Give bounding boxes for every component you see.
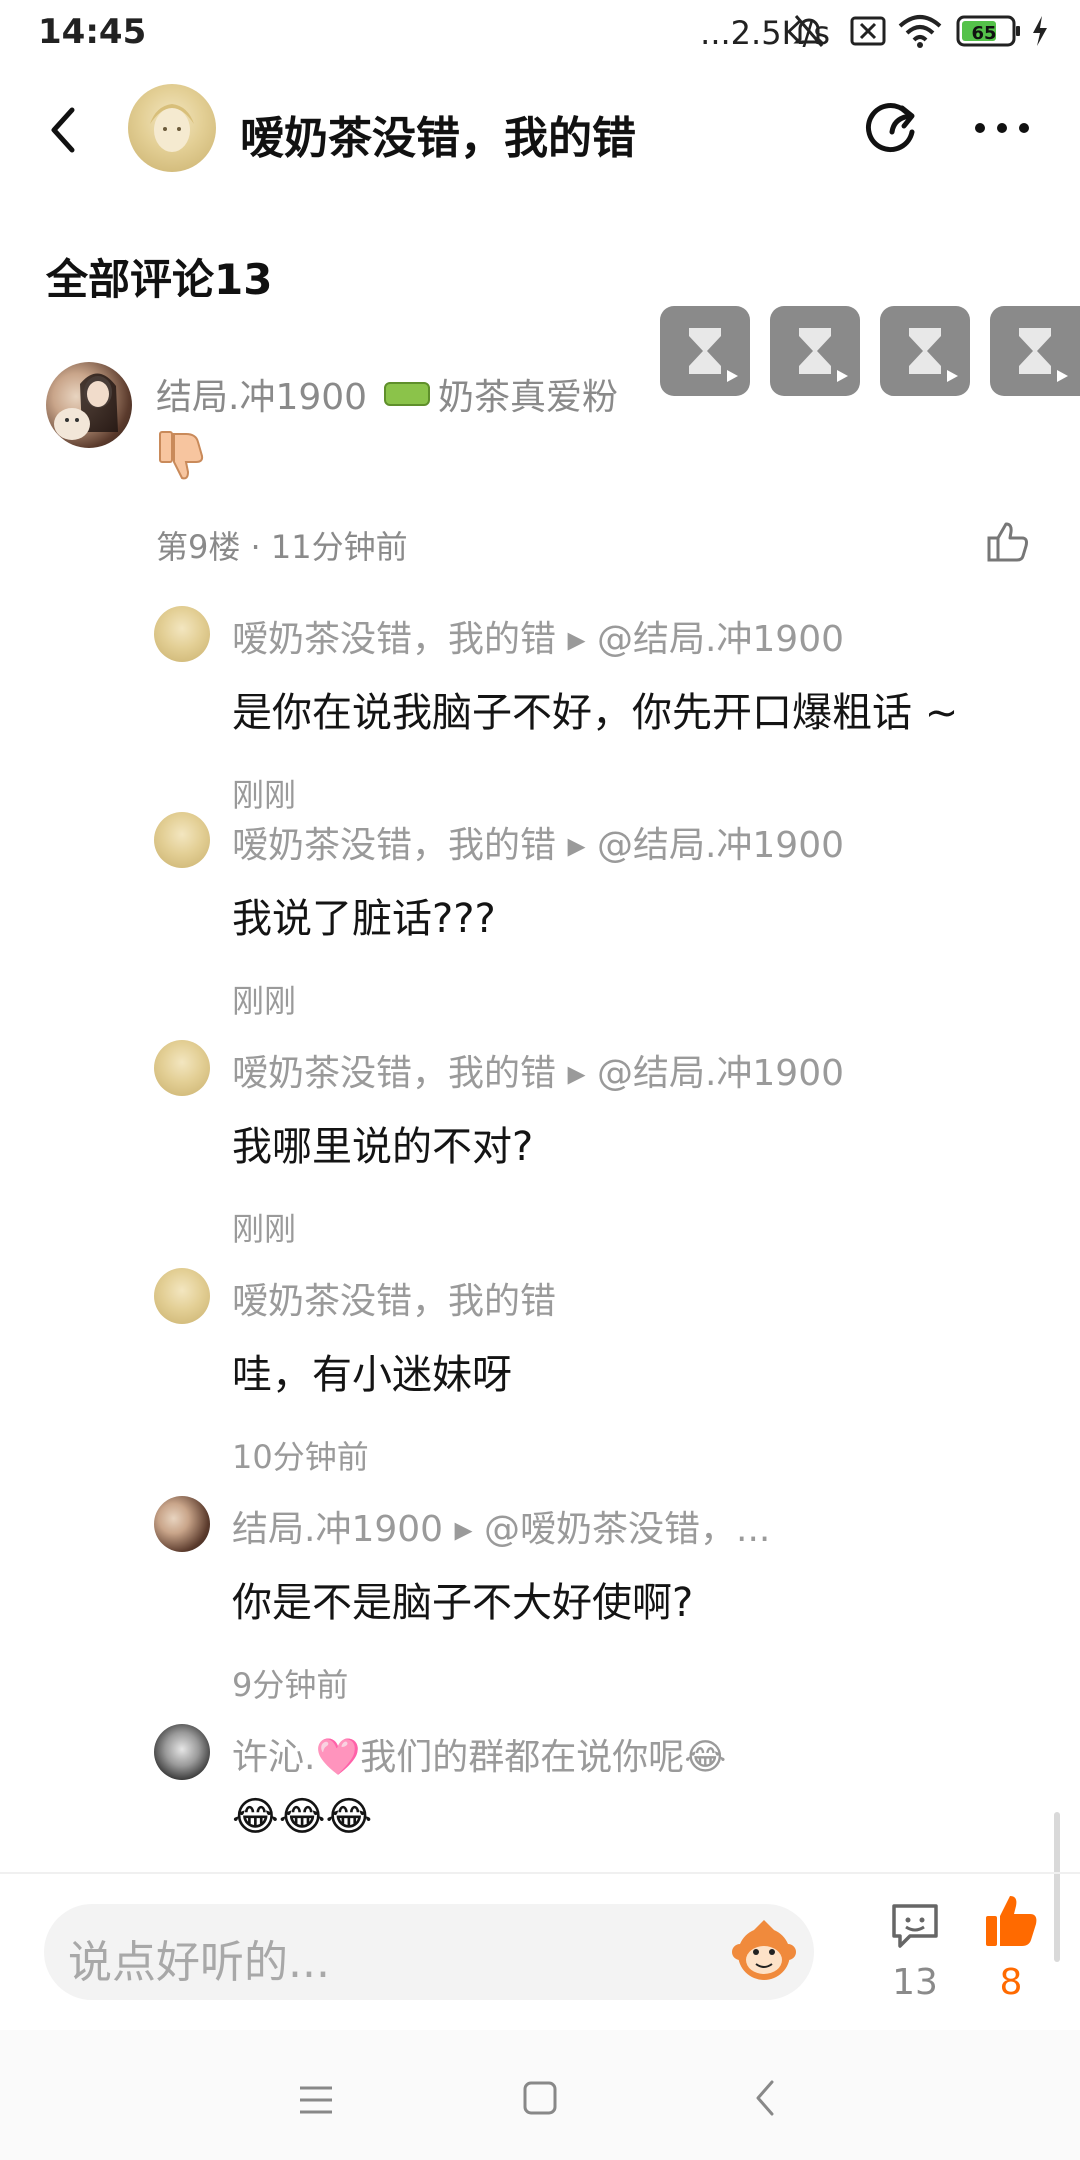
reply-avatar[interactable]: [154, 812, 210, 868]
comment-count: 13: [892, 1962, 938, 2003]
like-icon[interactable]: [986, 520, 1030, 564]
comment-icon[interactable]: [888, 1898, 942, 1952]
play-icon: [837, 370, 848, 382]
comment-floor-time: 第9楼 · 11分钟前: [156, 528, 408, 566]
reply-header[interactable]: 结局.冲1900 ▸ @嗳奶茶没错，...: [232, 1500, 770, 1552]
reply-header[interactable]: 嗳奶茶没错，我的错 ▸ @结局.冲1900: [232, 816, 844, 868]
svg-text:65: 65: [971, 23, 996, 44]
reply-time: 刚刚: [232, 982, 297, 1020]
reply-header[interactable]: 嗳奶茶没错，我的错 ▸ @结局.冲1900: [232, 1044, 844, 1096]
mute-bell-icon: [792, 12, 826, 50]
status-bar: 14:45 ...2.5K/s 65: [0, 0, 1080, 70]
reply-avatar[interactable]: [154, 606, 210, 662]
avatar[interactable]: [128, 84, 216, 172]
reply-avatar[interactable]: [154, 1724, 210, 1780]
video-thumbnail[interactable]: [990, 306, 1080, 396]
comment-input-placeholder: 说点好听的...: [68, 1937, 330, 1988]
hourglass-icon: [909, 328, 941, 374]
sim-x-icon: [850, 12, 886, 50]
video-thumbnail[interactable]: [770, 306, 860, 396]
reply-time: 9分钟前: [232, 1666, 349, 1704]
play-icon: [727, 370, 738, 382]
page-title: 嗳奶茶没错，我的错: [240, 113, 636, 164]
reply-header[interactable]: 许沁.🩷我们的群都在说你呢😂: [232, 1728, 726, 1780]
scrollbar[interactable]: [1054, 1812, 1060, 1962]
commenter-avatar[interactable]: [46, 362, 132, 448]
fan-badge-icon: [384, 382, 430, 406]
reply-avatar[interactable]: [154, 1040, 210, 1096]
reply-text: 哇，有小迷妹呀: [232, 1352, 512, 1398]
video-thumbnail[interactable]: [880, 306, 970, 396]
top-app-bar: 嗳奶茶没错，我的错: [0, 70, 1080, 190]
reply-text: 我哪里说的不对?: [232, 1124, 534, 1170]
reply-header[interactable]: 嗳奶茶没错，我的错: [232, 1272, 556, 1324]
hourglass-icon: [689, 328, 721, 374]
home-icon[interactable]: [520, 2078, 560, 2118]
status-time: 14:45: [38, 12, 147, 52]
menu-icon[interactable]: [296, 2080, 336, 2120]
reply-avatar[interactable]: [154, 1268, 210, 1324]
back-icon[interactable]: [40, 100, 90, 160]
reply-time: 10分钟前: [232, 1438, 369, 1476]
charging-icon: [1030, 12, 1050, 50]
divider: [0, 1872, 1080, 1874]
share-icon[interactable]: [862, 98, 922, 158]
play-icon: [1057, 370, 1068, 382]
emoji-monkey-icon[interactable]: [728, 1916, 800, 1988]
system-navigation-bar: [0, 2030, 1080, 2160]
reply-time: 刚刚: [232, 1210, 297, 1248]
commenter-name[interactable]: 结局.冲1900: [156, 368, 367, 420]
comments-header: 全部评论13: [46, 255, 273, 304]
back-nav-icon[interactable]: [746, 2076, 786, 2120]
reply-header[interactable]: 嗳奶茶没错，我的错 ▸ @结局.冲1900: [232, 610, 844, 662]
more-options-icon[interactable]: [972, 118, 1032, 138]
reply-text: 你是不是脑子不大好使啊?: [232, 1580, 694, 1626]
reply-text: 我说了脏话???: [232, 896, 496, 942]
reply-time: 刚刚: [232, 776, 297, 814]
play-icon: [947, 370, 958, 382]
hourglass-icon: [799, 328, 831, 374]
video-thumbnail[interactable]: [660, 306, 750, 396]
wifi-icon: [898, 12, 942, 50]
hourglass-icon: [1019, 328, 1051, 374]
thumbs-down-emoji: [156, 428, 208, 482]
liked-thumb-icon[interactable]: [984, 1892, 1038, 1950]
fan-badge-label: 奶茶真爱粉: [438, 377, 619, 418]
reply-text: 😂😂😂: [232, 1794, 373, 1840]
like-count: 8: [999, 1962, 1023, 2003]
reply-avatar[interactable]: [154, 1496, 210, 1552]
battery-icon: 65: [956, 12, 1022, 50]
reply-text: 是你在说我脑子不好，你先开口爆粗话 ~: [232, 690, 959, 736]
